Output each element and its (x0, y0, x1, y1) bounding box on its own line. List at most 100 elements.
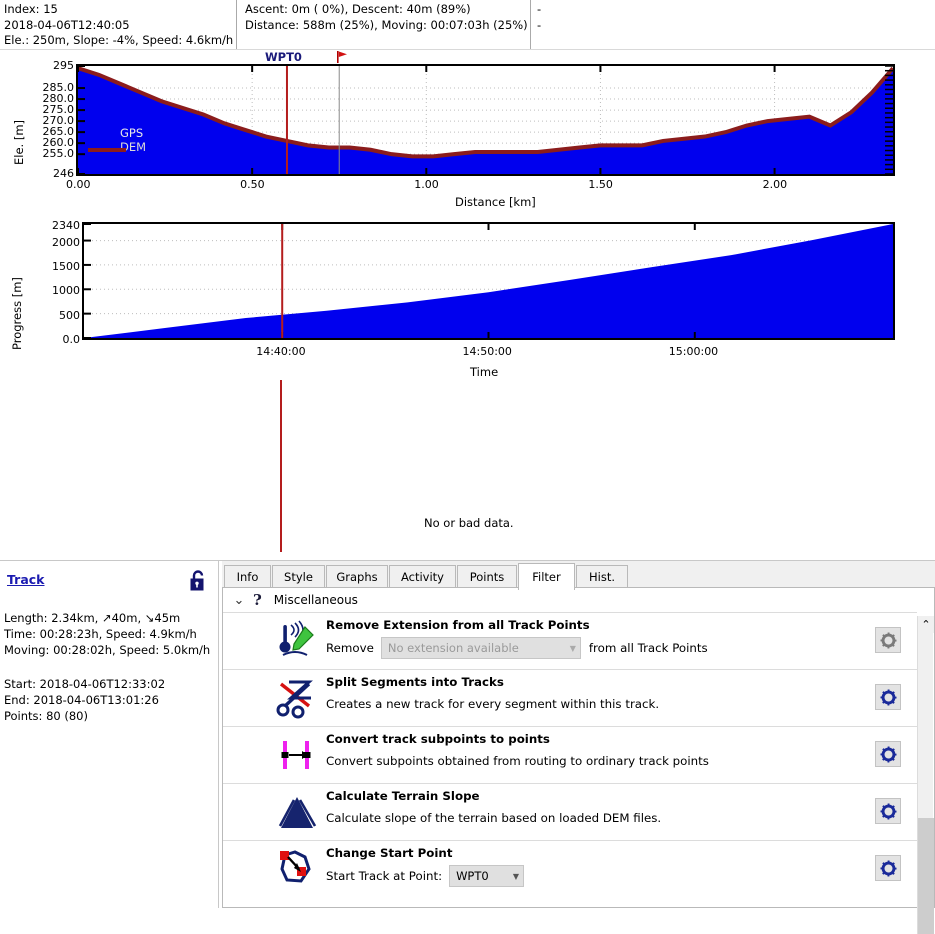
gear-icon[interactable] (875, 684, 901, 710)
properties-panel: Info Style Graphs Activity Points Filter Hist.… (222, 561, 935, 934)
legend-entry-gps: GPS (120, 126, 144, 140)
elevation-x-axis-title: Distance [km] (455, 195, 536, 209)
info-divider-2 (530, 0, 531, 50)
filter-group-title: Miscellaneous (273, 593, 358, 607)
tab-activity[interactable]: Activity (389, 565, 456, 588)
filter-title: Change Start Point (326, 846, 453, 860)
progress-y-tick: 500 (59, 308, 80, 322)
info-timestamp: 2018-04-06T12:40:05 (4, 17, 130, 32)
filter-inline-controls: Start Track at Point: WPT0 ▼ (326, 865, 525, 887)
progress-x-tick: 14:40:00 (256, 345, 306, 358)
filter-description: Creates a new track for every segment wi… (326, 697, 660, 711)
track-time: Time: 00:28:23h, Speed: 4.9km/h (4, 627, 197, 641)
track-sidebar: Track Length: 2.34km, ↗40m, ↘45m Time: 0… (0, 561, 218, 908)
elevation-x-tick: 0.00 (66, 178, 91, 191)
chevron-down-icon[interactable]: ▼ (570, 644, 576, 653)
gear-icon[interactable] (875, 855, 901, 881)
elevation-y-tick-labels: 295 285.0 280.0 275.0 270.0 265.0 260.0 255.0 24… (0, 50, 75, 190)
progress-y-tick: 1000 (52, 284, 80, 298)
elevation-y-tick: 295 (53, 59, 74, 72)
tab-hist[interactable]: Hist. (576, 565, 628, 588)
sidebar-divider (218, 561, 219, 908)
gear-icon (875, 627, 901, 653)
gear-icon[interactable] (875, 798, 901, 824)
filter-title: Calculate Terrain Slope (326, 789, 480, 803)
filter-title: Split Segments into Tracks (326, 675, 504, 689)
progress-y-tick: 2340 (52, 219, 80, 232)
filter-tab-content: ⌄ ? Miscellaneous Remove Extension from … (222, 588, 935, 934)
progress-x-tick: 14:50:00 (462, 345, 512, 358)
unlocked-padlock-icon[interactable] (187, 569, 209, 593)
filter-group-header[interactable]: ⌄ ? Miscellaneous (223, 588, 918, 612)
elevation-x-tick: 2.00 (762, 178, 788, 191)
tab-style[interactable]: Style (272, 565, 325, 588)
track-title-link[interactable]: Track (7, 572, 44, 587)
track-points: Points: 80 (80) (4, 709, 88, 723)
elevation-x-tick: 0.50 (240, 178, 265, 191)
filter-row[interactable]: Convert track subpoints to points Convert… (223, 726, 917, 782)
info-divider-1 (236, 0, 237, 50)
filter-row[interactable]: Calculate Terrain Slope Calculate slope o… (223, 783, 917, 839)
tab-info[interactable]: Info (224, 565, 271, 588)
progress-time-chart[interactable] (82, 222, 895, 340)
tab-points[interactable]: Points (457, 565, 517, 588)
info-index: Index: 15 (4, 2, 58, 16)
combobox-value: WPT0 (456, 869, 489, 883)
info-elevation-slope-speed: Ele.: 250m, Slope: -4%, Speed: 4.6km/h (4, 33, 234, 47)
progress-x-tick: 15:00:00 (668, 345, 719, 358)
elevation-profile-chart[interactable] (76, 64, 895, 176)
filter-row[interactable]: Remove Extension from all Track Points Re… (223, 612, 917, 668)
filter-combobox: No extension available ▼ (380, 637, 581, 659)
bottom-area: Track Length: 2.34km, ↗40m, ↘45m Time: 0… (0, 560, 935, 934)
info-column-extra: - - (537, 2, 541, 33)
track-end: End: 2018-04-06T13:01:26 (4, 693, 159, 707)
elevation-y-tick: 255.0 (42, 147, 75, 161)
thermometer-pen-icon (275, 619, 321, 663)
subpoints-arrow-icon (275, 733, 321, 777)
filter-row[interactable]: Change Start Point Start Track at Point: W… (223, 840, 917, 896)
chevron-down-icon[interactable]: ▼ (513, 872, 519, 881)
waypoint-label: WPT0 (264, 50, 302, 64)
gear-icon[interactable] (875, 741, 901, 767)
info-extra-2: - (537, 17, 542, 32)
tab-filter[interactable]: Filter (518, 563, 575, 590)
track-moving: Moving: 00:28:02h, Speed: 5.0km/h (4, 643, 211, 657)
info-column-point: Index: 15 2018-04-06T12:40:05 Ele.: 250m… (4, 2, 233, 49)
filter-description: Calculate slope of the terrain based on … (326, 811, 662, 825)
filter-prefix-label: Remove (326, 641, 374, 655)
panel-tab-bar: Info Style Graphs Activity Points Filter Hist. (222, 563, 935, 590)
mountain-icon (275, 790, 321, 834)
info-column-segment: Ascent: 0m ( 0%), Descent: 40m (89%) Dis… (245, 2, 528, 33)
legend-line-sample (88, 148, 126, 152)
help-question-icon[interactable]: ? (253, 591, 262, 609)
progress-x-tick-labels: 14:40:00 14:50:00 15:00:00 (0, 345, 935, 365)
chevron-down-icon[interactable]: ⌄ (232, 593, 246, 608)
progress-y-tick: 2000 (52, 235, 80, 249)
scissors-icon (275, 676, 321, 720)
filter-description: Convert subpoints obtained from routing … (326, 754, 709, 768)
progress-x-axis-title: Time (470, 365, 499, 379)
filter-prefix-label: Start Track at Point: (326, 869, 443, 883)
track-length: Length: 2.34km, ↗40m, ↘45m (4, 611, 181, 625)
filter-row[interactable]: Split Segments into Tracks Creates a new … (223, 669, 917, 725)
flag-marker-icon[interactable] (335, 50, 349, 64)
scrollbar-thumb[interactable] (918, 818, 934, 934)
scroll-up-arrow-icon[interactable]: ⌃ (918, 616, 934, 633)
combobox-value: No extension available (387, 641, 519, 655)
filter-suffix-label: from all Track Points (588, 641, 708, 655)
track-start: Start: 2018-04-06T12:33:02 (4, 677, 166, 691)
tab-graphs[interactable]: Graphs (326, 565, 388, 588)
progress-y-tick-labels: 2340 2000 1500 1000 500 0.0 (0, 215, 80, 350)
info-distance-moving: Distance: 588m (25%), Moving: 00:07:03h … (245, 17, 528, 32)
no-data-message: No or bad data. (424, 516, 514, 530)
filter-list-scrollbar[interactable]: ⌃ (917, 616, 934, 934)
filter-title: Convert track subpoints to points (326, 732, 550, 746)
progress-y-tick: 1500 (52, 259, 80, 273)
third-graph-empty: No or bad data. (0, 380, 935, 560)
empty-graph-cursor-line (280, 380, 282, 552)
elevation-x-tick: 1.00 (414, 178, 439, 191)
track-point-info-bar: Index: 15 2018-04-06T12:40:05 Ele.: 250m… (0, 0, 935, 50)
info-ascent-descent: Ascent: 0m ( 0%), Descent: 40m (89%) (245, 2, 471, 16)
change-start-point-icon (275, 847, 321, 891)
filter-combobox[interactable]: WPT0 ▼ (449, 865, 525, 887)
